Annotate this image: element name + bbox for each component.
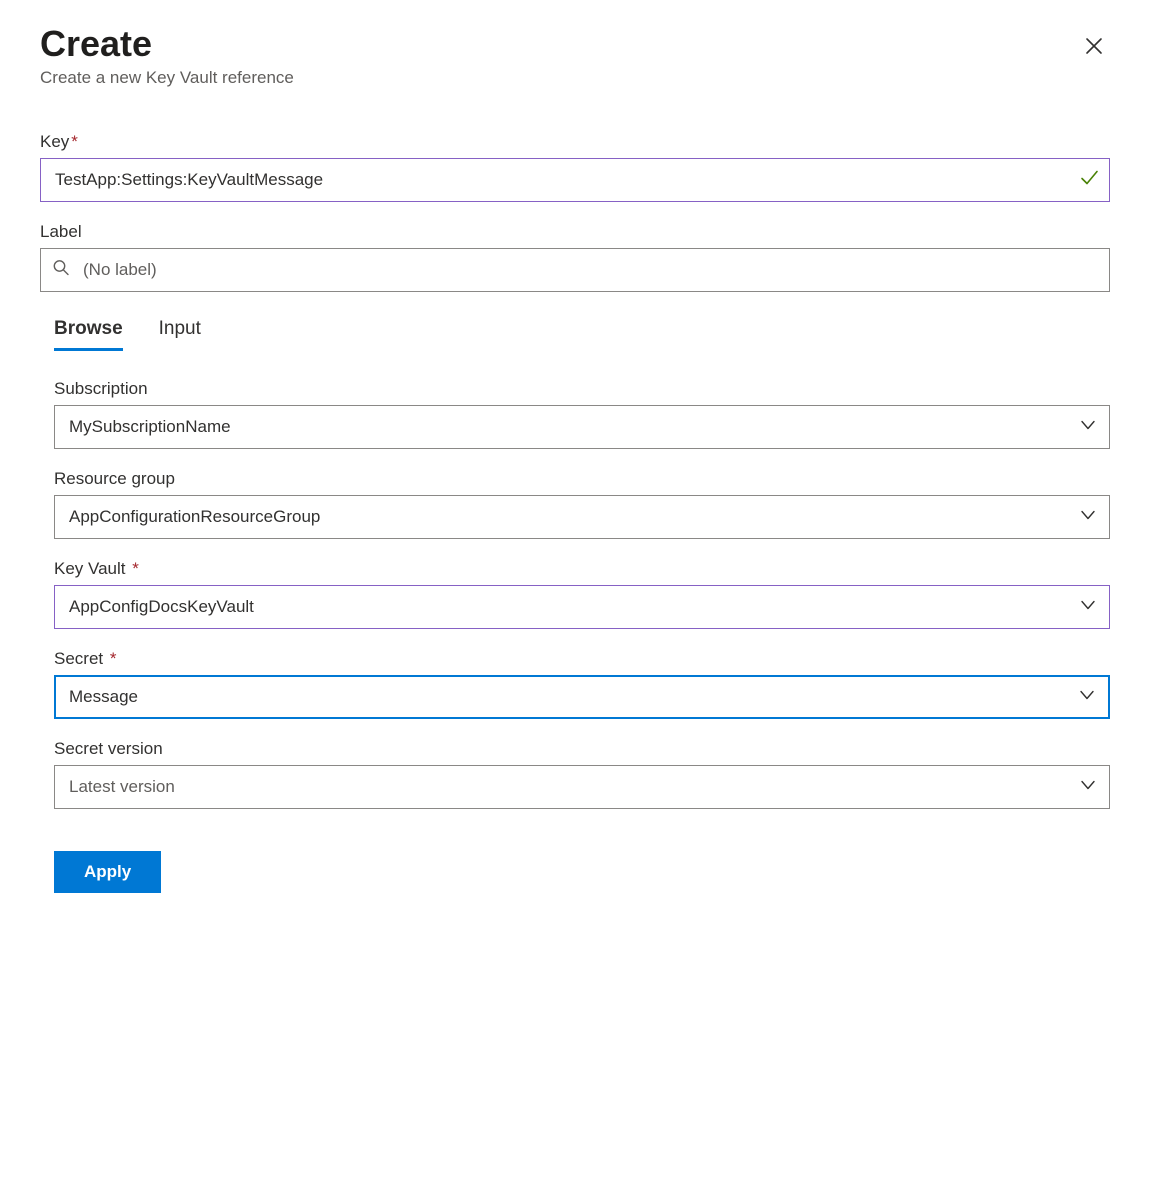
page-subtitle: Create a new Key Vault reference <box>40 68 294 88</box>
chevron-down-icon <box>1079 505 1097 528</box>
tabs: Browse Input <box>54 314 1110 351</box>
page-title: Create <box>40 24 294 64</box>
chevron-down-icon <box>1079 415 1097 438</box>
key-vault-label: Key Vault * <box>54 559 1110 579</box>
apply-button[interactable]: Apply <box>54 851 161 893</box>
key-label-text: Key <box>40 132 69 151</box>
subscription-dropdown[interactable]: MySubscriptionName <box>54 405 1110 449</box>
secret-label-text: Secret <box>54 649 103 668</box>
key-vault-value: AppConfigDocsKeyVault <box>69 597 254 617</box>
key-vault-dropdown[interactable]: AppConfigDocsKeyVault <box>54 585 1110 629</box>
required-asterisk: * <box>128 559 139 578</box>
secret-version-label: Secret version <box>54 739 1110 759</box>
resource-group-dropdown[interactable]: AppConfigurationResourceGroup <box>54 495 1110 539</box>
chevron-down-icon <box>1079 595 1097 618</box>
key-vault-label-text: Key Vault <box>54 559 126 578</box>
tab-input[interactable]: Input <box>159 314 201 351</box>
close-button[interactable] <box>1078 30 1110 62</box>
secret-version-placeholder: Latest version <box>69 777 175 797</box>
required-asterisk: * <box>105 649 116 668</box>
secret-version-dropdown[interactable]: Latest version <box>54 765 1110 809</box>
resource-group-label: Resource group <box>54 469 1110 489</box>
secret-dropdown[interactable]: Message <box>54 675 1110 719</box>
close-icon <box>1084 36 1104 56</box>
secret-value: Message <box>69 687 138 707</box>
tab-browse[interactable]: Browse <box>54 314 123 351</box>
resource-group-value: AppConfigurationResourceGroup <box>69 507 320 527</box>
key-label: Key* <box>40 132 1110 152</box>
subscription-value: MySubscriptionName <box>69 417 231 437</box>
key-input[interactable] <box>40 158 1110 202</box>
chevron-down-icon <box>1079 775 1097 798</box>
required-asterisk: * <box>71 132 78 151</box>
chevron-down-icon <box>1078 685 1096 708</box>
secret-label: Secret * <box>54 649 1110 669</box>
label-field-label: Label <box>40 222 1110 242</box>
subscription-label: Subscription <box>54 379 1110 399</box>
label-input[interactable] <box>40 248 1110 292</box>
